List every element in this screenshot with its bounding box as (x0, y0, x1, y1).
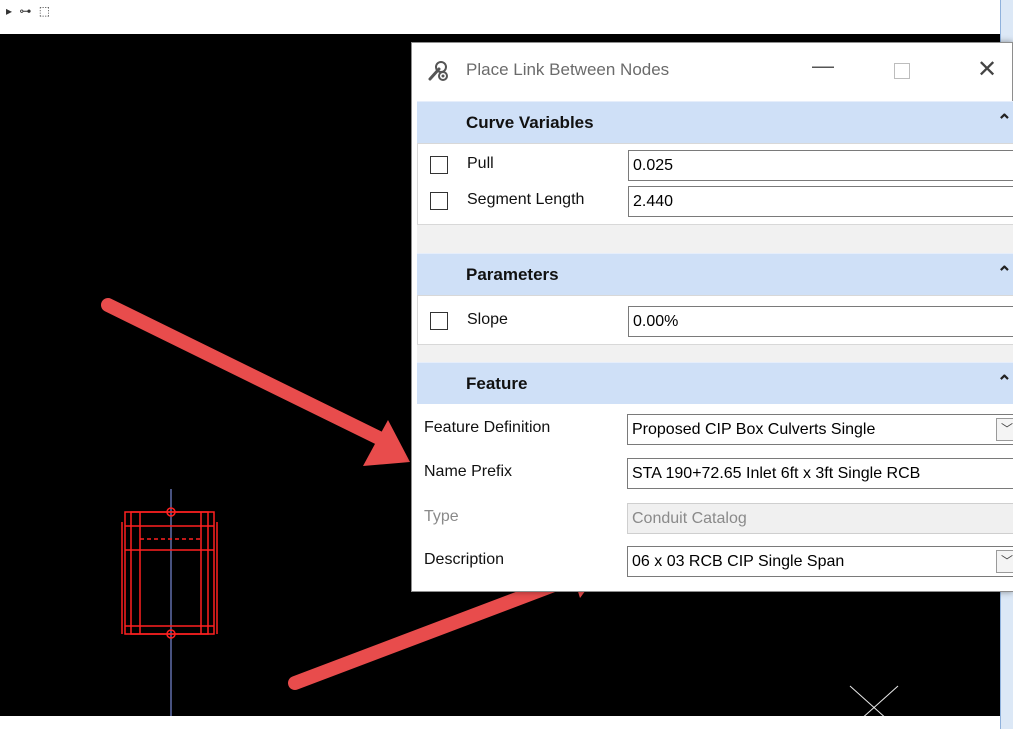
type-input: Conduit Catalog (627, 503, 1013, 534)
section-body-parameters: Slope 0.00% (417, 295, 1013, 345)
section-title: Feature (466, 374, 528, 393)
section-title: Parameters (466, 265, 559, 284)
close-icon[interactable]: ✕ (977, 55, 997, 84)
description-value: 06 x 03 RCB CIP Single Span (632, 553, 845, 570)
dialog-title: Place Link Between Nodes (466, 60, 670, 79)
slope-label: Slope (467, 311, 508, 328)
row-type: Type Conduit Catalog (417, 500, 1013, 536)
collapse-chevron-icon[interactable]: ⌃ (997, 263, 1012, 284)
row-slope: Slope 0.00% (418, 303, 1013, 339)
feature-definition-select[interactable]: Proposed CIP Box Culverts Single ﹀ (627, 414, 1013, 445)
toolbar-icons: ▸ ⊶ ⬚ (6, 4, 52, 18)
name-prefix-label: Name Prefix (424, 463, 513, 480)
chevron-down-icon[interactable]: ﹀ (996, 418, 1013, 441)
section-body-feature: Feature Definition Proposed CIP Box Culv… (417, 404, 1013, 591)
description-select[interactable]: 06 x 03 RCB CIP Single Span ﹀ (627, 546, 1013, 577)
collapse-chevron-icon[interactable]: ⌃ (997, 111, 1012, 132)
host-toolbar-strip: ▸ ⊶ ⬚ (0, 0, 1013, 34)
row-feature-definition: Feature Definition Proposed CIP Box Culv… (417, 411, 1013, 447)
section-title: Curve Variables (466, 113, 594, 132)
place-link-dialog: Place Link Between Nodes — ✕ Curve Varia… (411, 42, 1013, 592)
row-description: Description 06 x 03 RCB CIP Single Span … (417, 543, 1013, 579)
chevron-down-icon[interactable]: ﹀ (996, 550, 1013, 573)
segment-length-checkbox[interactable] (430, 192, 448, 210)
fence-icon[interactable]: ⬚ (39, 4, 52, 18)
maximize-icon[interactable] (894, 63, 910, 79)
segment-length-input[interactable]: 2.440 (628, 186, 1013, 217)
feature-definition-value: Proposed CIP Box Culverts Single (632, 421, 876, 438)
snap-icon[interactable]: ▸ ⊶ (6, 4, 33, 18)
section-header-parameters[interactable]: Parameters ⌃ (417, 253, 1013, 295)
row-segment-length: Segment Length 2.440 (418, 183, 1013, 219)
segment-length-label: Segment Length (467, 191, 585, 208)
window-bottom-edge (0, 716, 1000, 729)
row-pull: Pull 0.025 (418, 147, 1013, 183)
type-label: Type (424, 508, 459, 525)
description-label: Description (424, 551, 505, 568)
row-name-prefix: Name Prefix STA 190+72.65 Inlet 6ft x 3f… (417, 455, 1013, 491)
minimize-icon[interactable]: — (812, 53, 834, 79)
culvert-element (121, 507, 218, 639)
section-header-curve-variables[interactable]: Curve Variables ⌃ (417, 101, 1013, 143)
dialog-content: Curve Variables ⌃ Pull 0.025 Segment Len… (417, 101, 1013, 591)
slope-checkbox[interactable] (430, 312, 448, 330)
pull-input[interactable]: 0.025 (628, 150, 1013, 181)
section-body-curve-variables: Pull 0.025 Segment Length 2.440 (417, 143, 1013, 225)
name-prefix-input[interactable]: STA 190+72.65 Inlet 6ft x 3ft Single RCB (627, 458, 1013, 489)
dialog-titlebar[interactable]: Place Link Between Nodes — ✕ (412, 43, 1012, 99)
feature-definition-label: Feature Definition (424, 419, 551, 436)
wrench-gear-icon (428, 61, 448, 81)
collapse-chevron-icon[interactable]: ⌃ (997, 372, 1012, 393)
slope-input[interactable]: 0.00% (628, 306, 1013, 337)
pull-label: Pull (467, 155, 494, 172)
section-header-feature[interactable]: Feature ⌃ (417, 362, 1013, 404)
pull-checkbox[interactable] (430, 156, 448, 174)
